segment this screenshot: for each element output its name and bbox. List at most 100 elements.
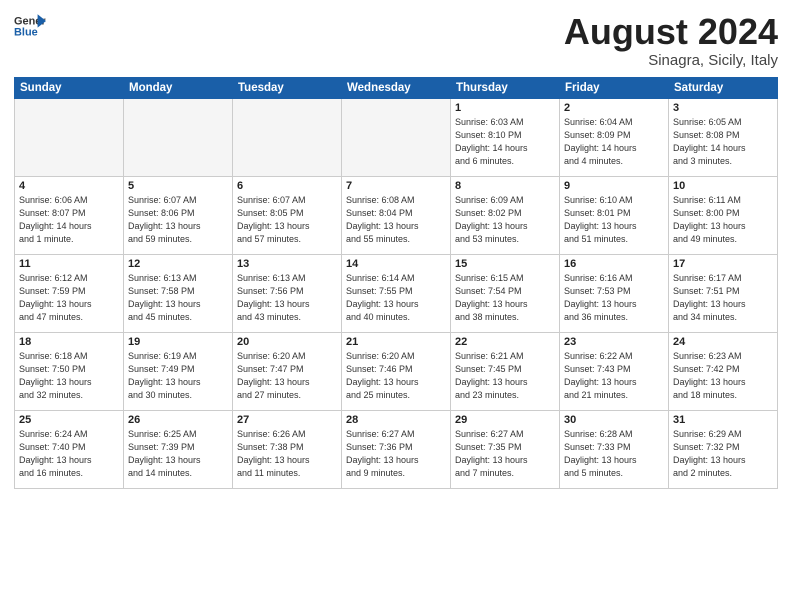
day-info: Sunrise: 6:12 AM Sunset: 7:59 PM Dayligh… [19,272,119,324]
table-row: 11 Sunrise: 6:12 AM Sunset: 7:59 PM Dayli… [15,254,124,332]
day-info: Sunrise: 6:13 AM Sunset: 7:56 PM Dayligh… [237,272,337,324]
table-row: 7 Sunrise: 6:08 AM Sunset: 8:04 PM Daylig… [342,176,451,254]
table-row: 15 Sunrise: 6:15 AM Sunset: 7:54 PM Dayli… [451,254,560,332]
day-info: Sunrise: 6:28 AM Sunset: 7:33 PM Dayligh… [564,428,664,480]
day-info: Sunrise: 6:10 AM Sunset: 8:01 PM Dayligh… [564,194,664,246]
day-info: Sunrise: 6:06 AM Sunset: 8:07 PM Dayligh… [19,194,119,246]
day-number: 16 [564,258,664,270]
table-row: 25 Sunrise: 6:24 AM Sunset: 7:40 PM Dayli… [15,410,124,488]
day-number: 1 [455,102,555,114]
day-number: 3 [673,102,773,114]
table-row: 23 Sunrise: 6:22 AM Sunset: 7:43 PM Dayli… [560,332,669,410]
day-info: Sunrise: 6:21 AM Sunset: 7:45 PM Dayligh… [455,350,555,402]
day-info: Sunrise: 6:22 AM Sunset: 7:43 PM Dayligh… [564,350,664,402]
table-row: 16 Sunrise: 6:16 AM Sunset: 7:53 PM Dayli… [560,254,669,332]
month-title: August 2024 [564,12,778,52]
day-info: Sunrise: 6:27 AM Sunset: 7:36 PM Dayligh… [346,428,446,480]
col-monday: Monday [124,77,233,98]
day-info: Sunrise: 6:04 AM Sunset: 8:09 PM Dayligh… [564,116,664,168]
day-info: Sunrise: 6:23 AM Sunset: 7:42 PM Dayligh… [673,350,773,402]
day-info: Sunrise: 6:14 AM Sunset: 7:55 PM Dayligh… [346,272,446,324]
day-number: 8 [455,180,555,192]
table-row: 3 Sunrise: 6:05 AM Sunset: 8:08 PM Daylig… [669,98,778,176]
table-row: 21 Sunrise: 6:20 AM Sunset: 7:46 PM Dayli… [342,332,451,410]
day-number: 27 [237,414,337,426]
day-info: Sunrise: 6:17 AM Sunset: 7:51 PM Dayligh… [673,272,773,324]
day-number: 10 [673,180,773,192]
day-info: Sunrise: 6:05 AM Sunset: 8:08 PM Dayligh… [673,116,773,168]
col-thursday: Thursday [451,77,560,98]
logo: General Blue [14,12,48,40]
table-row: 31 Sunrise: 6:29 AM Sunset: 7:32 PM Dayli… [669,410,778,488]
day-number: 20 [237,336,337,348]
day-number: 18 [19,336,119,348]
calendar-row-4: 25 Sunrise: 6:24 AM Sunset: 7:40 PM Dayli… [15,410,778,488]
day-number: 22 [455,336,555,348]
day-number: 21 [346,336,446,348]
day-number: 25 [19,414,119,426]
table-row: 6Sunrise: 6:07 AM Sunset: 8:05 PM Daylig… [233,176,342,254]
header: General Blue August 2024 Sinagra, Sicily… [14,12,778,69]
title-block: August 2024 Sinagra, Sicily, Italy [564,12,778,69]
table-row: 17 Sunrise: 6:17 AM Sunset: 7:51 PM Dayli… [669,254,778,332]
table-row: 27Sunrise: 6:26 AM Sunset: 7:38 PM Dayli… [233,410,342,488]
day-number: 26 [128,414,228,426]
col-sunday: Sunday [15,77,124,98]
day-info: Sunrise: 6:08 AM Sunset: 8:04 PM Dayligh… [346,194,446,246]
day-info: Sunrise: 6:03 AM Sunset: 8:10 PM Dayligh… [455,116,555,168]
col-wednesday: Wednesday [342,77,451,98]
calendar-row-1: 4 Sunrise: 6:06 AM Sunset: 8:07 PM Daylig… [15,176,778,254]
calendar-table: Sunday Monday Tuesday Wednesday Thursday… [14,77,778,489]
table-row: 4 Sunrise: 6:06 AM Sunset: 8:07 PM Daylig… [15,176,124,254]
svg-text:Blue: Blue [14,26,38,38]
day-info: Sunrise: 6:24 AM Sunset: 7:40 PM Dayligh… [19,428,119,480]
table-row: 30 Sunrise: 6:28 AM Sunset: 7:33 PM Dayli… [560,410,669,488]
day-number: 5 [128,180,228,192]
table-row [342,98,451,176]
calendar-row-2: 11 Sunrise: 6:12 AM Sunset: 7:59 PM Dayli… [15,254,778,332]
day-number: 17 [673,258,773,270]
day-number: 28 [346,414,446,426]
col-friday: Friday [560,77,669,98]
day-info: Sunrise: 6:19 AM Sunset: 7:49 PM Dayligh… [128,350,228,402]
day-number: 13 [237,258,337,270]
day-number: 30 [564,414,664,426]
table-row: 24 Sunrise: 6:23 AM Sunset: 7:42 PM Dayli… [669,332,778,410]
day-number: 24 [673,336,773,348]
page: General Blue August 2024 Sinagra, Sicily… [0,0,792,612]
day-number: 19 [128,336,228,348]
day-info: Sunrise: 6:16 AM Sunset: 7:53 PM Dayligh… [564,272,664,324]
day-number: 23 [564,336,664,348]
day-info: Sunrise: 6:11 AM Sunset: 8:00 PM Dayligh… [673,194,773,246]
logo-icon: General Blue [14,12,46,40]
calendar-header-row: Sunday Monday Tuesday Wednesday Thursday… [15,77,778,98]
day-info: Sunrise: 6:20 AM Sunset: 7:46 PM Dayligh… [346,350,446,402]
day-info: Sunrise: 6:29 AM Sunset: 7:32 PM Dayligh… [673,428,773,480]
day-number: 4 [19,180,119,192]
day-number: 2 [564,102,664,114]
day-number: 9 [564,180,664,192]
col-saturday: Saturday [669,77,778,98]
table-row: 26Sunrise: 6:25 AM Sunset: 7:39 PM Dayli… [124,410,233,488]
col-tuesday: Tuesday [233,77,342,98]
table-row: 14 Sunrise: 6:14 AM Sunset: 7:55 PM Dayli… [342,254,451,332]
day-info: Sunrise: 6:07 AM Sunset: 8:06 PM Dayligh… [128,194,228,246]
day-number: 7 [346,180,446,192]
day-number: 29 [455,414,555,426]
day-number: 14 [346,258,446,270]
table-row: 2 Sunrise: 6:04 AM Sunset: 8:09 PM Daylig… [560,98,669,176]
table-row: 12Sunrise: 6:13 AM Sunset: 7:58 PM Dayli… [124,254,233,332]
subtitle: Sinagra, Sicily, Italy [564,52,778,69]
table-row [15,98,124,176]
table-row: 8Sunrise: 6:09 AM Sunset: 8:02 PM Daylig… [451,176,560,254]
calendar-row-3: 18Sunrise: 6:18 AM Sunset: 7:50 PM Dayli… [15,332,778,410]
day-number: 12 [128,258,228,270]
day-info: Sunrise: 6:15 AM Sunset: 7:54 PM Dayligh… [455,272,555,324]
table-row: 18Sunrise: 6:18 AM Sunset: 7:50 PM Dayli… [15,332,124,410]
table-row: 10 Sunrise: 6:11 AM Sunset: 8:00 PM Dayli… [669,176,778,254]
day-number: 31 [673,414,773,426]
day-info: Sunrise: 6:20 AM Sunset: 7:47 PM Dayligh… [237,350,337,402]
table-row: 19 Sunrise: 6:19 AM Sunset: 7:49 PM Dayli… [124,332,233,410]
day-number: 15 [455,258,555,270]
day-number: 11 [19,258,119,270]
